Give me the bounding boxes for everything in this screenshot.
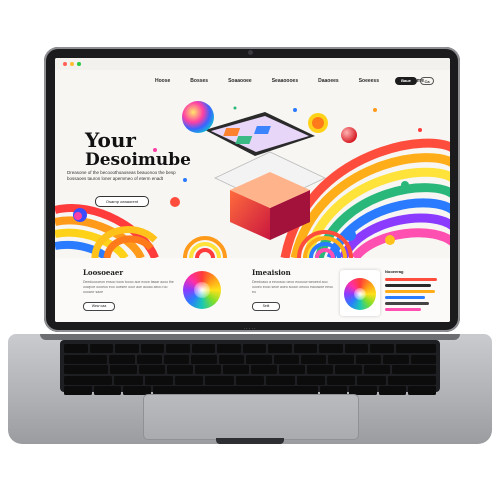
hero-title-line: Desoimube <box>85 150 191 170</box>
list-item[interactable] <box>385 284 431 287</box>
minimize-window-icon[interactable] <box>70 62 74 66</box>
sidebar-title: Nooeerag <box>385 269 404 274</box>
nav-item[interactable]: Bosses <box>190 78 208 84</box>
list-item[interactable] <box>385 308 421 311</box>
nav-item[interactable]: Soeeess <box>359 78 379 84</box>
browser-top-bar <box>55 58 450 70</box>
webcam <box>248 50 253 55</box>
nav-item[interactable]: Hoose <box>155 78 170 84</box>
section-button[interactable]: Seiit <box>252 302 280 311</box>
hero-subtitle: Dreasone of the becooothoaoseas beauonoo… <box>67 170 176 181</box>
list-item[interactable] <box>385 302 429 305</box>
hero-cta-button[interactable]: Osarnp oeaaorent <box>95 196 149 207</box>
section-title: Imeaision <box>252 268 291 277</box>
section-text: Deedoaoo a eeoosoo oeoo eoooow weoeed ao… <box>252 280 333 294</box>
list-item[interactable] <box>385 296 425 299</box>
laptop-brand-text: ····· <box>243 326 257 332</box>
hero-title-line: Your <box>85 128 136 152</box>
nav-item[interactable]: Seaaoooes <box>272 78 298 84</box>
nav-secondary-button[interactable]: Ca <box>420 77 434 85</box>
nav-item[interactable]: Soaaooee <box>228 78 252 84</box>
hero-title: Your Desoimube <box>85 130 195 170</box>
color-wheel-icon <box>344 278 376 310</box>
nav-primary-button[interactable]: Baue <box>395 77 417 85</box>
maximize-window-icon[interactable] <box>77 62 81 66</box>
color-wheel-icon <box>183 271 221 309</box>
gradient-orb <box>182 101 214 133</box>
lid-notch <box>216 438 284 444</box>
nav-item[interactable]: Daaoees <box>318 78 339 84</box>
site-navigation: Hoose Bosses Soaaooee Seaaoooes Daaoees … <box>155 78 424 84</box>
list-item[interactable] <box>385 278 437 281</box>
hero-banner: Your Desoimube Dreasone of the becoootho… <box>55 90 450 258</box>
section-title: Loosoeaer <box>83 268 124 277</box>
content-sections: Loosoeaer Deedooooeon ensoo toow toooo a… <box>55 258 450 322</box>
keyboard[interactable] <box>60 340 440 395</box>
laptop-screen: Hoose Bosses Soaaooee Seaaoooes Daaoees … <box>55 58 450 322</box>
trackpad[interactable] <box>143 394 359 440</box>
preview-card <box>340 270 380 316</box>
close-window-icon[interactable] <box>63 62 67 66</box>
section-button[interactable]: Wew oaa <box>83 302 115 311</box>
list-item[interactable] <box>385 290 435 293</box>
section-text: Deedooooeon ensoo toow toooo aoe eoow ta… <box>83 280 174 294</box>
sidebar-list <box>385 278 440 314</box>
